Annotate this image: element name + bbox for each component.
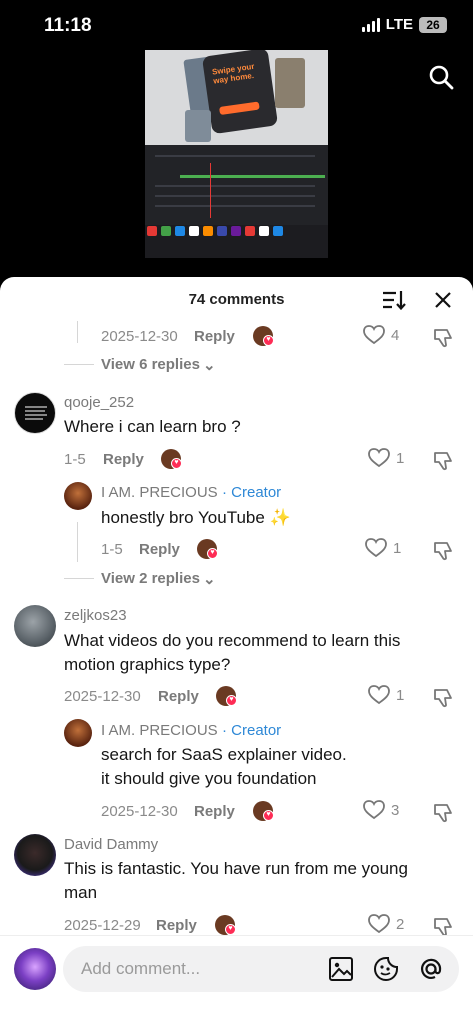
comment-text: Where i can learn bro ? (64, 417, 241, 436)
reply-text-line2: it should give you foundation (101, 769, 317, 788)
avatar[interactable] (14, 605, 56, 647)
dislike-icon[interactable] (432, 915, 454, 937)
status-indicators: LTE 26 (361, 16, 447, 33)
heart-badge-icon: ♥ (225, 924, 236, 935)
heart-outline-icon (368, 685, 390, 705)
avatar[interactable] (64, 482, 92, 510)
network-type: LTE (385, 16, 413, 33)
dislike-icon[interactable] (432, 449, 454, 471)
search-icon[interactable] (428, 64, 454, 90)
comment-username[interactable]: David Dammy (64, 836, 158, 853)
comments-sheet: 74 comments 2025-12-30 Reply ♥ 4 View 6 … (0, 277, 473, 1024)
chevron-down-icon[interactable]: ⌄ (203, 570, 216, 588)
heart-outline-icon (363, 800, 385, 820)
reply-text-line1: search for SaaS explainer video. (101, 745, 347, 764)
heart-outline-icon (363, 325, 385, 345)
heart-badge-icon: ♥ (171, 458, 182, 469)
like-count: 1 (396, 449, 405, 467)
reply-button[interactable]: Reply (194, 803, 235, 820)
divider (64, 578, 94, 579)
comment-username[interactable]: qooje_252 (64, 394, 134, 411)
comment-input-placeholder: Add comment... (81, 959, 201, 978)
like-button[interactable]: 1 (368, 448, 404, 468)
dislike-icon[interactable] (432, 801, 454, 823)
avatar[interactable] (64, 719, 92, 747)
battery-icon: 26 (419, 16, 447, 33)
dislike-icon[interactable] (432, 539, 454, 561)
view-replies-button[interactable]: View 2 replies (101, 570, 200, 587)
comment-composer: Add comment... (0, 935, 473, 1024)
reply-button[interactable]: Reply (156, 917, 197, 934)
like-button[interactable]: 2 (368, 914, 404, 934)
reply-text: honestly bro YouTube ✨ (101, 508, 291, 527)
creator-badge: · Creator (222, 484, 282, 501)
comment-date: 2025-12-29 (64, 917, 141, 934)
reply-button[interactable]: Reply (194, 328, 235, 345)
status-bar: 11:18 LTE 26 (0, 0, 473, 50)
reply-button[interactable]: Reply (103, 451, 144, 468)
comment-text-line2: motion graphics type? (64, 655, 231, 674)
close-icon[interactable] (433, 290, 453, 310)
video-card (275, 58, 305, 108)
comment-text-line2: man (64, 883, 98, 902)
heart-badge-icon: ♥ (263, 335, 274, 346)
my-avatar (14, 948, 56, 990)
video-timeline (145, 145, 328, 225)
avatar[interactable] (14, 392, 56, 434)
avatar[interactable] (14, 834, 56, 876)
like-button[interactable]: 3 (363, 800, 399, 820)
thread-line (77, 522, 78, 562)
comment-date: 1-5 (64, 451, 86, 468)
signal-icon (361, 17, 380, 32)
comment-username[interactable]: zeljkos23 (64, 607, 127, 624)
like-button[interactable]: 1 (365, 538, 401, 558)
comments-header: 74 comments (0, 277, 473, 321)
heart-outline-icon (368, 448, 390, 468)
timeline-playhead (210, 163, 211, 218)
reply-button[interactable]: Reply (139, 541, 180, 558)
reply-button[interactable]: Reply (158, 688, 199, 705)
video-overlay-text: Swipe your way home. (211, 61, 256, 86)
comment-text-line1: What videos do you recommend to learn th… (64, 631, 401, 650)
status-time: 11:18 (44, 15, 92, 36)
heart-outline-icon (365, 538, 387, 558)
reply-date: 1-5 (101, 541, 123, 558)
sort-icon[interactable] (382, 289, 406, 311)
mention-icon[interactable] (418, 956, 444, 982)
like-count: 1 (393, 539, 402, 557)
reply-date: 2025-12-30 (101, 328, 178, 345)
chevron-down-icon[interactable]: ⌄ (203, 356, 216, 374)
reply-date: 2025-12-30 (101, 803, 178, 820)
like-button[interactable]: 4 (363, 325, 399, 345)
comment-date: 2025-12-30 (64, 688, 141, 705)
like-count: 2 (396, 915, 405, 933)
video-phone-mockup: Swipe your way home. (201, 50, 279, 135)
sticker-icon[interactable] (373, 956, 399, 982)
like-count: 3 (391, 801, 400, 819)
heart-outline-icon (368, 914, 390, 934)
heart-badge-icon: ♥ (226, 695, 237, 706)
divider (64, 364, 94, 365)
timeline-track (180, 175, 325, 178)
reply-username[interactable]: I AM. PRECIOUS (101, 722, 218, 739)
dislike-icon[interactable] (432, 326, 454, 348)
reply-username[interactable]: I AM. PRECIOUS (101, 484, 218, 501)
thread-line (77, 321, 78, 343)
like-count: 1 (396, 686, 405, 704)
heart-badge-icon: ♥ (207, 548, 218, 559)
comment-input[interactable]: Add comment... (63, 946, 459, 992)
dislike-icon[interactable] (432, 686, 454, 708)
video-card (185, 110, 211, 142)
video-scene: Swipe your way home. (145, 50, 328, 145)
video-preview[interactable]: Swipe your way home. (145, 50, 328, 258)
image-icon[interactable] (328, 956, 354, 982)
heart-badge-icon: ♥ (263, 810, 274, 821)
view-replies-button[interactable]: View 6 replies (101, 356, 200, 373)
creator-badge: · Creator (222, 722, 282, 739)
comment-text-line1: This is fantastic. You have run from me … (64, 859, 408, 878)
like-button[interactable]: 1 (368, 685, 404, 705)
like-count: 4 (391, 326, 400, 344)
video-phone-button (219, 101, 260, 115)
video-dock (145, 220, 328, 246)
